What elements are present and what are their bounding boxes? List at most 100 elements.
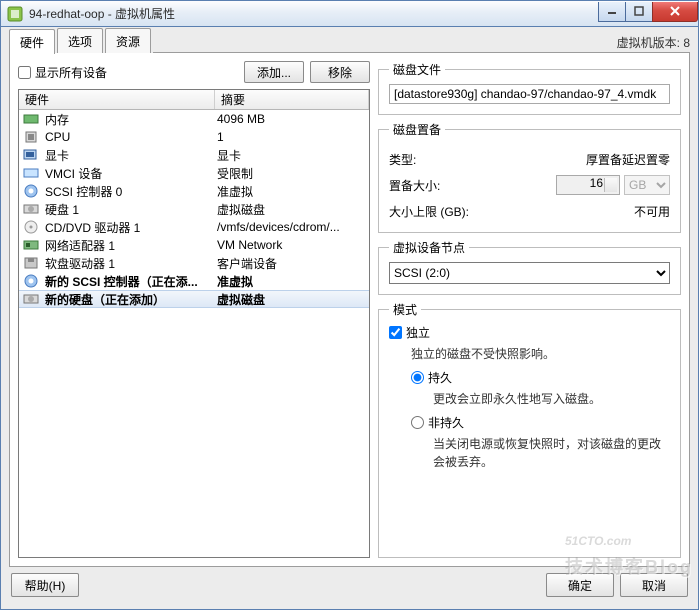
- video-icon: [23, 148, 39, 162]
- hardware-summary: 受限制: [217, 165, 369, 182]
- provision-type-value: 厚置备延迟置零: [489, 151, 670, 168]
- mode-group: 模式 独立 独立的磁盘不受快照影响。 持久 更改会立即永久性地写入磁盘。: [378, 301, 681, 558]
- hardware-row[interactable]: 新的 SCSI 控制器（正在添...准虚拟: [19, 272, 369, 290]
- hardware-row[interactable]: 软盘驱动器 1客户端设备: [19, 254, 369, 272]
- disk-file-legend: 磁盘文件: [389, 61, 445, 78]
- scsi-icon: [23, 184, 39, 198]
- cpu-icon: [23, 130, 39, 144]
- hardware-summary: /vmfs/devices/cdrom/...: [217, 220, 369, 234]
- memory-icon: [23, 112, 39, 126]
- hardware-summary: 显卡: [217, 147, 369, 164]
- close-button[interactable]: [652, 2, 698, 22]
- virtual-device-node-legend: 虚拟设备节点: [389, 239, 469, 256]
- content: 显示所有设备 添加... 移除 硬件 摘要 内存4096 MBCPU1显卡显卡V…: [9, 53, 690, 567]
- scsi-icon: [23, 274, 39, 288]
- persistent-desc: 更改会立即永久性地写入磁盘。: [433, 390, 670, 408]
- hardware-label: 新的 SCSI 控制器（正在添...: [45, 273, 217, 290]
- hardware-summary: VM Network: [217, 238, 369, 252]
- cancel-button[interactable]: 取消: [620, 573, 688, 597]
- hardware-label: 硬盘 1: [45, 201, 217, 218]
- nonpersistent-radio-input[interactable]: [411, 416, 424, 429]
- mode-legend: 模式: [389, 301, 421, 318]
- hardware-label: VMCI 设备: [45, 165, 217, 182]
- show-all-label: 显示所有设备: [35, 64, 107, 81]
- window-buttons: [599, 2, 698, 22]
- hardware-label: 显卡: [45, 147, 217, 164]
- titlebar: 94-redhat-oop - 虚拟机属性: [0, 0, 699, 27]
- hardware-summary: 虚拟磁盘: [217, 291, 369, 308]
- independent-checkbox-input[interactable]: [389, 326, 402, 339]
- tabbar: 硬件 选项 资源 虚拟机版本: 8: [9, 31, 690, 53]
- col-summary[interactable]: 摘要: [215, 90, 369, 109]
- disk-provision-group: 磁盘置备 类型: 厚置备延迟置零 置备大小: 16 GB 大小上限 (GB):: [378, 121, 681, 233]
- hardware-row[interactable]: 硬盘 1虚拟磁盘: [19, 200, 369, 218]
- disk-icon: [23, 292, 39, 306]
- col-hardware[interactable]: 硬件: [19, 90, 215, 109]
- persistent-radio-input[interactable]: [411, 371, 424, 384]
- provision-size-unit[interactable]: GB: [624, 175, 670, 195]
- independent-desc: 独立的磁盘不受快照影响。: [411, 345, 670, 363]
- hardware-row[interactable]: 显卡显卡: [19, 146, 369, 164]
- show-all-devices-checkbox[interactable]: 显示所有设备: [18, 64, 244, 81]
- tab-resources[interactable]: 资源: [105, 28, 151, 53]
- hardware-label: 新的硬盘（正在添加）: [45, 291, 217, 308]
- hardware-label: SCSI 控制器 0: [45, 183, 217, 200]
- cd-icon: [23, 220, 39, 234]
- vmci-icon: [23, 166, 39, 180]
- tab-options[interactable]: 选项: [57, 28, 103, 53]
- hardware-table-body: 内存4096 MBCPU1显卡显卡VMCI 设备受限制SCSI 控制器 0准虚拟…: [19, 110, 369, 557]
- independent-checkbox[interactable]: 独立: [389, 324, 670, 341]
- window-title: 94-redhat-oop - 虚拟机属性: [29, 5, 599, 22]
- hardware-summary: 准虚拟: [217, 183, 369, 200]
- tab-hardware[interactable]: 硬件: [9, 29, 55, 54]
- minimize-button[interactable]: [598, 2, 626, 22]
- provision-max-label: 大小上限 (GB):: [389, 203, 489, 220]
- hardware-row[interactable]: 新的硬盘（正在添加）虚拟磁盘: [19, 290, 369, 308]
- virtual-device-node-group: 虚拟设备节点 SCSI (2:0): [378, 239, 681, 295]
- left-column: 显示所有设备 添加... 移除 硬件 摘要 内存4096 MBCPU1显卡显卡V…: [18, 61, 370, 558]
- dialog-buttons: 帮助(H) 确定 取消: [9, 567, 690, 603]
- ok-button[interactable]: 确定: [546, 573, 614, 597]
- remove-button[interactable]: 移除: [310, 61, 370, 83]
- hardware-table-header: 硬件 摘要: [19, 90, 369, 110]
- hardware-row[interactable]: 网络适配器 1VM Network: [19, 236, 369, 254]
- hardware-table: 硬件 摘要 内存4096 MBCPU1显卡显卡VMCI 设备受限制SCSI 控制…: [18, 89, 370, 558]
- hardware-summary: 4096 MB: [217, 112, 369, 126]
- right-column: 磁盘文件 [datastore930g] chandao-97/chandao-…: [378, 61, 681, 558]
- nic-icon: [23, 238, 39, 252]
- hardware-label: 内存: [45, 111, 217, 128]
- hardware-summary: 1: [217, 130, 369, 144]
- disk-file-path: [datastore930g] chandao-97/chandao-97_4.…: [389, 84, 670, 104]
- provision-max-value: 不可用: [489, 203, 670, 220]
- hardware-row[interactable]: SCSI 控制器 0准虚拟: [19, 182, 369, 200]
- help-button[interactable]: 帮助(H): [11, 573, 79, 597]
- add-button[interactable]: 添加...: [244, 61, 304, 83]
- app-icon: [7, 6, 23, 22]
- hardware-label: CPU: [45, 130, 217, 144]
- maximize-button[interactable]: [625, 2, 653, 22]
- provision-type-label: 类型:: [389, 151, 489, 168]
- disk-provision-legend: 磁盘置备: [389, 121, 445, 138]
- hardware-label: CD/DVD 驱动器 1: [45, 219, 217, 236]
- virtual-device-node-select[interactable]: SCSI (2:0): [389, 262, 670, 284]
- hardware-row[interactable]: CD/DVD 驱动器 1/vmfs/devices/cdrom/...: [19, 218, 369, 236]
- window-frame: 硬件 选项 资源 虚拟机版本: 8 显示所有设备 添加... 移除 硬件 摘要 …: [0, 27, 699, 610]
- vm-version-label: 虚拟机版本: 8: [617, 34, 690, 51]
- hardware-label: 网络适配器 1: [45, 237, 217, 254]
- provision-size-input[interactable]: 16: [556, 175, 620, 195]
- show-all-checkbox-input[interactable]: [18, 66, 31, 79]
- hardware-row[interactable]: CPU1: [19, 128, 369, 146]
- nonpersistent-radio[interactable]: 非持久: [411, 414, 670, 431]
- hardware-row[interactable]: VMCI 设备受限制: [19, 164, 369, 182]
- provision-size-label: 置备大小:: [389, 177, 489, 194]
- disk-icon: [23, 202, 39, 216]
- floppy-icon: [23, 256, 39, 270]
- hardware-summary: 虚拟磁盘: [217, 201, 369, 218]
- hardware-summary: 准虚拟: [217, 273, 369, 290]
- nonpersistent-desc: 当关闭电源或恢复快照时，对该磁盘的更改会被丢弃。: [433, 435, 670, 471]
- hardware-summary: 客户端设备: [217, 255, 369, 272]
- persistent-radio[interactable]: 持久: [411, 369, 670, 386]
- disk-file-group: 磁盘文件 [datastore930g] chandao-97/chandao-…: [378, 61, 681, 115]
- hardware-row[interactable]: 内存4096 MB: [19, 110, 369, 128]
- hardware-label: 软盘驱动器 1: [45, 255, 217, 272]
